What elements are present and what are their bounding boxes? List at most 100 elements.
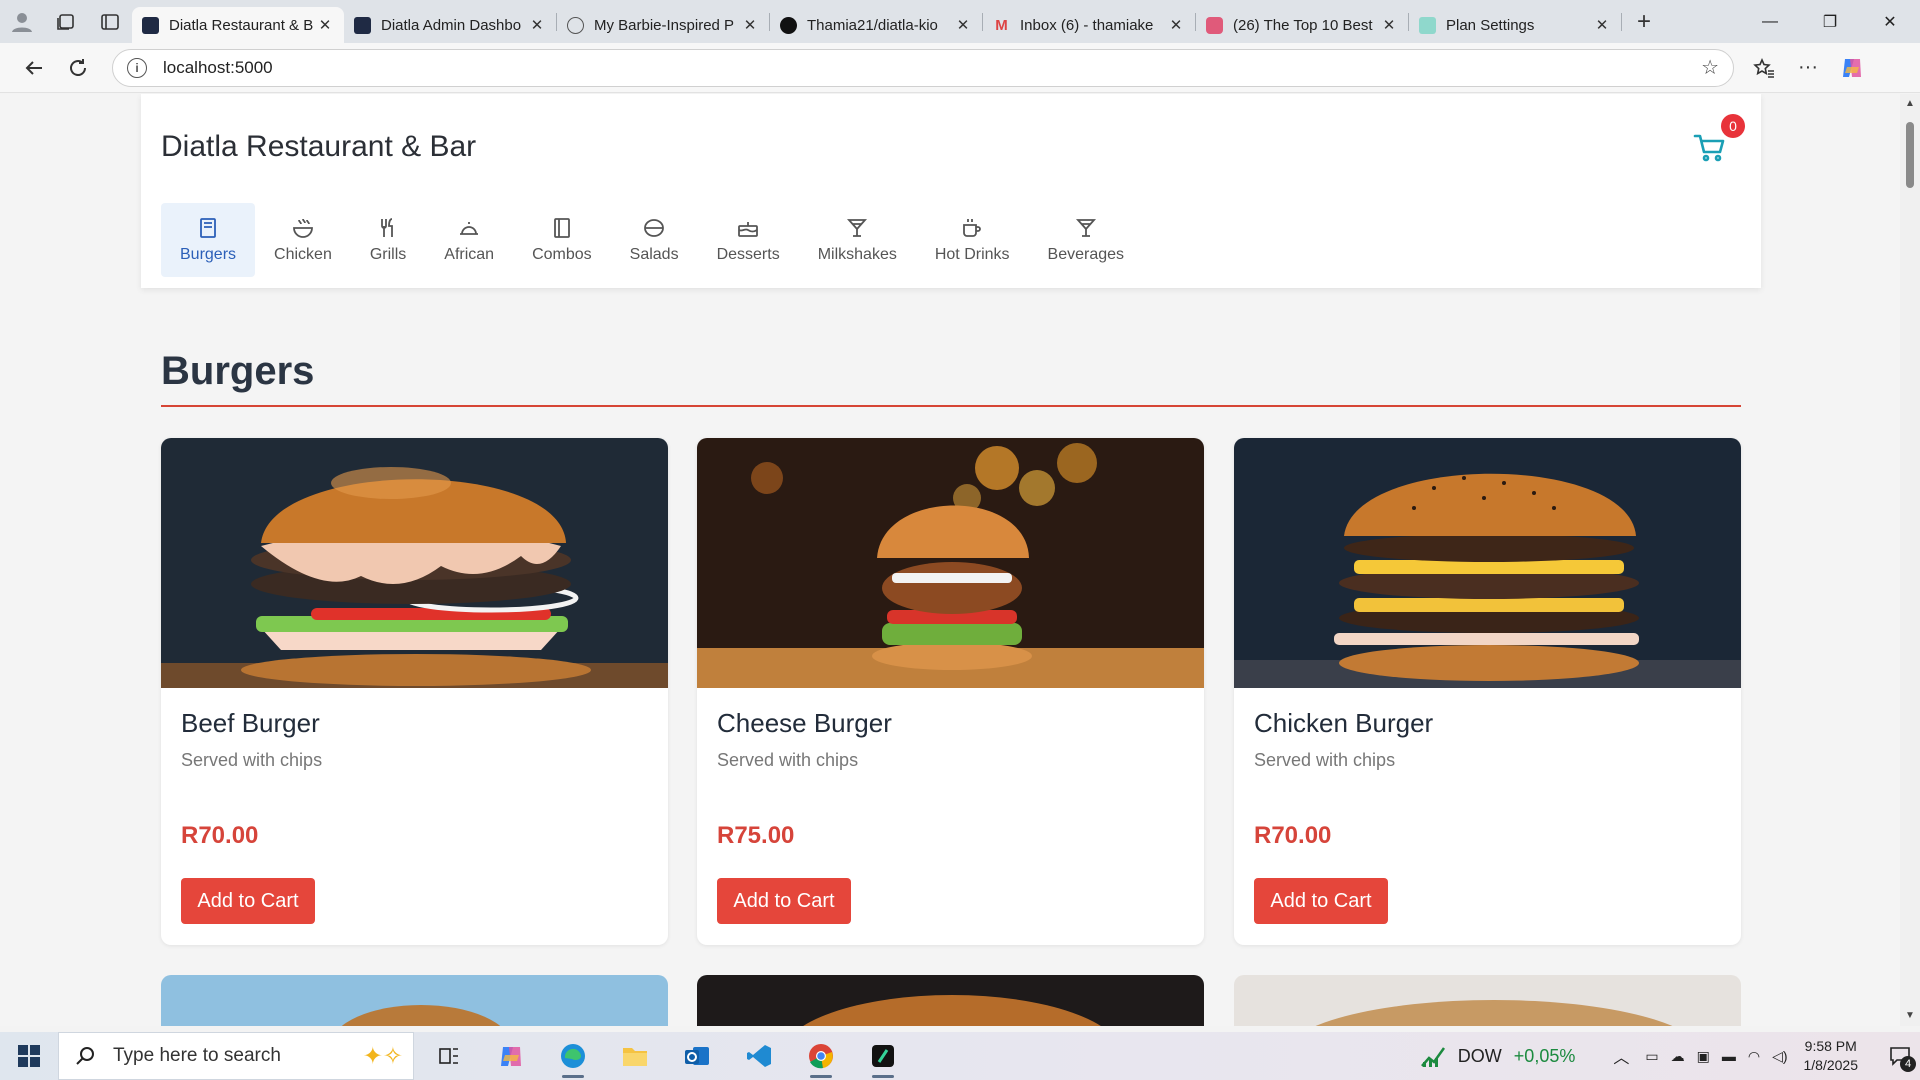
terminal-favicon-icon <box>354 16 371 34</box>
chicken-burger-image <box>1234 438 1741 688</box>
product-card: Chicken Burger Served with chips R70.00 … <box>1234 438 1741 945</box>
globe-favicon-icon <box>567 16 584 34</box>
notifications-icon[interactable]: 4 <box>1880 1032 1920 1080</box>
category-tab-milkshakes[interactable]: Milkshakes <box>799 203 916 277</box>
category-label: Desserts <box>716 246 780 263</box>
scrollbar-thumb[interactable] <box>1906 122 1914 188</box>
tab-title: Diatla Admin Dashbo <box>381 16 522 34</box>
browser-tab[interactable]: Plan Settings ✕ <box>1409 7 1621 43</box>
add-to-cart-button[interactable]: Add to Cart <box>1254 878 1388 924</box>
category-tab-salads[interactable]: Salads <box>611 203 698 277</box>
product-card <box>161 975 668 1026</box>
browser-tab[interactable]: Diatla Admin Dashbo ✕ <box>344 7 556 43</box>
address-bar[interactable]: i localhost:5000 ☆ <box>112 48 1734 87</box>
add-to-cart-button[interactable]: Add to Cart <box>181 878 315 924</box>
scroll-up-icon[interactable]: ▲ <box>1900 96 1920 112</box>
category-tab-african[interactable]: African <box>425 203 513 277</box>
meet-now-icon[interactable]: ▭ <box>1645 1048 1658 1065</box>
new-tab-button[interactable]: + <box>1622 8 1666 36</box>
add-to-cart-button[interactable]: Add to Cart <box>717 878 851 924</box>
stock-widget[interactable]: DOW +0,05% <box>1420 1044 1575 1068</box>
browser-tab-strip: Diatla Restaurant & B ✕ Diatla Admin Das… <box>0 0 1920 43</box>
site-info-icon[interactable]: i <box>127 57 147 78</box>
browser-tab[interactable]: Diatla Restaurant & B ✕ <box>132 7 344 43</box>
utensils-icon <box>381 218 393 237</box>
terminal-app-icon[interactable] <box>852 1032 914 1080</box>
onedrive-icon[interactable]: ☁ <box>1671 1048 1685 1065</box>
salad-bowl-icon <box>644 219 665 237</box>
browser-tab[interactable]: My Barbie-Inspired P ✕ <box>557 7 769 43</box>
restore-icon[interactable]: ❐ <box>1800 0 1860 43</box>
volume-icon[interactable]: ◁) <box>1772 1048 1787 1065</box>
device-icon[interactable]: ▣ <box>1697 1048 1710 1065</box>
copilot-taskbar-icon[interactable] <box>480 1032 542 1080</box>
category-tab-grills[interactable]: Grills <box>351 203 425 277</box>
cart-count-badge: 0 <box>1721 114 1745 138</box>
clock[interactable]: 9:58 PM 1/8/2025 <box>1804 1037 1859 1075</box>
scroll-down-icon[interactable]: ▼ <box>1900 1008 1920 1024</box>
workspaces-icon[interactable] <box>44 0 88 43</box>
more-options-icon[interactable]: ··· <box>1786 48 1830 88</box>
section-heading: Burgers <box>161 349 315 393</box>
tab-title: My Barbie-Inspired P <box>594 16 735 34</box>
chevron-up-icon[interactable]: ︿ <box>1613 1044 1629 1068</box>
close-tab-icon[interactable]: ✕ <box>741 16 759 34</box>
cart-icon[interactable] <box>1693 130 1727 164</box>
category-tab-beverages[interactable]: Beverages <box>1029 203 1144 277</box>
notification-count-badge: 4 <box>1900 1056 1916 1072</box>
coffee-cup-icon <box>963 219 982 237</box>
product-price: R70.00 <box>1254 822 1332 849</box>
refresh-icon[interactable] <box>56 48 100 88</box>
browser-toolbar: i localhost:5000 ☆ ··· <box>0 43 1920 93</box>
close-tab-icon[interactable]: ✕ <box>1593 16 1611 34</box>
category-tab-chicken[interactable]: Chicken <box>255 203 351 277</box>
cloche-icon <box>460 222 479 235</box>
category-tab-combos[interactable]: Combos <box>513 203 611 277</box>
windows-start-icon[interactable] <box>0 1032 58 1080</box>
close-tab-icon[interactable]: ✕ <box>954 16 972 34</box>
close-window-icon[interactable]: ✕ <box>1860 0 1920 43</box>
category-tab-hot-drinks[interactable]: Hot Drinks <box>916 203 1029 277</box>
copilot-icon[interactable] <box>1830 48 1874 88</box>
system-tray: DOW +0,05% ︿ ▭ ☁ ▣ ▬ ◠ ◁) 9:58 PM 1/8/20… <box>1420 1032 1920 1080</box>
profile-icon[interactable] <box>0 0 44 43</box>
page-scrollbar[interactable]: ▲ ▼ <box>1900 94 1920 1026</box>
category-tab-burgers[interactable]: Burgers <box>161 203 256 277</box>
vscode-icon[interactable] <box>728 1032 790 1080</box>
favorite-star-icon[interactable]: ☆ <box>1701 55 1719 80</box>
file-explorer-icon[interactable] <box>604 1032 666 1080</box>
browser-tab[interactable]: M Inbox (6) - thamiake ✕ <box>983 7 1195 43</box>
minimize-icon[interactable]: — <box>1740 0 1800 43</box>
restaurant-name: Diatla Restaurant & Bar <box>161 130 477 163</box>
wifi-icon[interactable]: ◠ <box>1748 1048 1760 1065</box>
chrome-icon[interactable] <box>790 1032 852 1080</box>
edge-icon[interactable] <box>542 1032 604 1080</box>
browser-tab[interactable]: Thamia21/diatla-kio ✕ <box>770 7 982 43</box>
tab-title: (26) The Top 10 Best <box>1233 16 1373 34</box>
close-tab-icon[interactable]: ✕ <box>316 16 334 34</box>
category-tab-desserts[interactable]: Desserts <box>698 203 799 277</box>
toolbar-right-actions: ··· <box>1742 48 1874 88</box>
battery-icon[interactable]: ▬ <box>1722 1048 1736 1064</box>
close-tab-icon[interactable]: ✕ <box>1167 16 1185 34</box>
ticker-label: DOW <box>1457 1045 1502 1066</box>
product-card <box>1234 975 1741 1026</box>
terminal-favicon-icon <box>142 16 159 34</box>
outlook-icon[interactable] <box>666 1032 728 1080</box>
product-name: Chicken Burger <box>1254 708 1434 738</box>
gmail-favicon-icon: M <box>995 16 1008 34</box>
close-tab-icon[interactable]: ✕ <box>528 16 546 34</box>
category-label: Burgers <box>180 246 237 263</box>
category-nav: Burgers Chicken Grills African Combos Sa… <box>161 203 1143 277</box>
browser-tab[interactable]: (26) The Top 10 Best ✕ <box>1196 7 1408 43</box>
tab-actions-icon[interactable] <box>88 0 132 43</box>
favorites-icon[interactable] <box>1742 48 1786 88</box>
url-text: localhost:5000 <box>163 57 273 77</box>
taskbar-search-box[interactable]: Type here to search ✦✧ <box>58 1032 414 1080</box>
task-view-icon[interactable] <box>418 1032 480 1080</box>
back-icon[interactable] <box>12 48 56 88</box>
close-tab-icon[interactable]: ✕ <box>1380 16 1398 34</box>
sparkle-icon: ✦✧ <box>362 1042 403 1070</box>
category-label: Milkshakes <box>817 246 897 263</box>
product-card: Cheese Burger Served with chips R75.00 A… <box>697 438 1204 945</box>
